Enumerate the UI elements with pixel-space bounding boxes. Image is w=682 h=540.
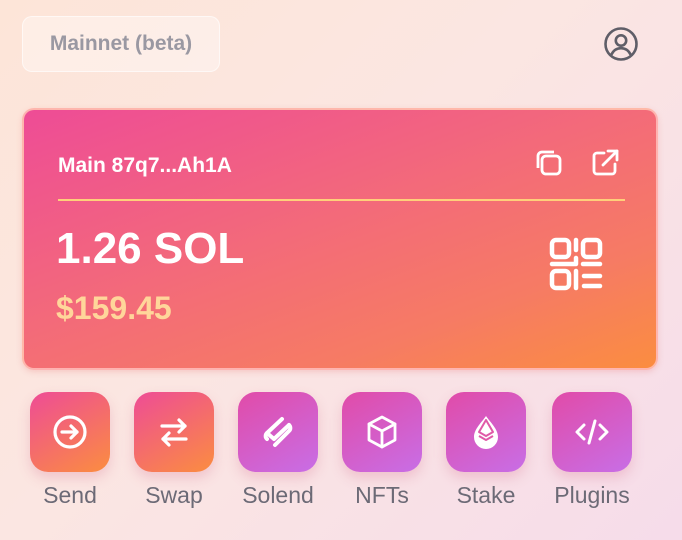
network-label: Mainnet (beta) xyxy=(49,32,193,55)
send-tile[interactable] xyxy=(30,392,110,472)
stake-label: Stake xyxy=(456,482,516,508)
qr-code-icon[interactable] xyxy=(548,236,604,292)
stake-tile[interactable] xyxy=(446,392,526,472)
sol-balance: 1.26 SOL xyxy=(56,224,245,273)
plugins-button[interactable]: Plugins xyxy=(537,392,647,509)
network-selector[interactable]: Mainnet (beta) xyxy=(22,16,220,72)
solend-logo-icon xyxy=(263,417,293,447)
nfts-tile[interactable] xyxy=(342,392,422,472)
solend-label: Solend xyxy=(242,482,314,508)
nfts-button[interactable]: NFTs xyxy=(327,392,437,509)
nfts-label: NFTs xyxy=(355,482,409,508)
swap-button[interactable]: Swap xyxy=(119,392,229,509)
solend-button[interactable]: Solend xyxy=(223,392,333,509)
external-link-icon[interactable] xyxy=(588,146,622,180)
plugins-tile[interactable] xyxy=(552,392,632,472)
user-circle-icon[interactable] xyxy=(603,26,639,62)
stake-button[interactable]: Stake xyxy=(431,392,541,509)
solend-tile[interactable] xyxy=(238,392,318,472)
card-divider xyxy=(58,199,625,201)
send-label: Send xyxy=(43,482,97,508)
plugins-label: Plugins xyxy=(554,482,630,508)
arrow-circle-right-icon xyxy=(53,415,87,449)
quick-actions: Send Swap Solend NFTs Stake Plugins xyxy=(0,392,682,532)
swap-label: Swap xyxy=(145,482,203,508)
wallet-card: Main 87q7...Ah1A 1.26 SOL $159.45 xyxy=(22,108,658,370)
copy-icon[interactable] xyxy=(532,146,566,180)
send-button[interactable]: Send xyxy=(15,392,125,509)
usd-balance: $159.45 xyxy=(56,290,172,326)
cube-icon xyxy=(367,415,397,449)
water-drop-icon xyxy=(474,416,498,449)
swap-tile[interactable] xyxy=(134,392,214,472)
code-icon xyxy=(575,419,609,445)
wallet-name: Main 87q7...Ah1A xyxy=(58,154,232,177)
swap-arrows-icon xyxy=(160,418,188,447)
